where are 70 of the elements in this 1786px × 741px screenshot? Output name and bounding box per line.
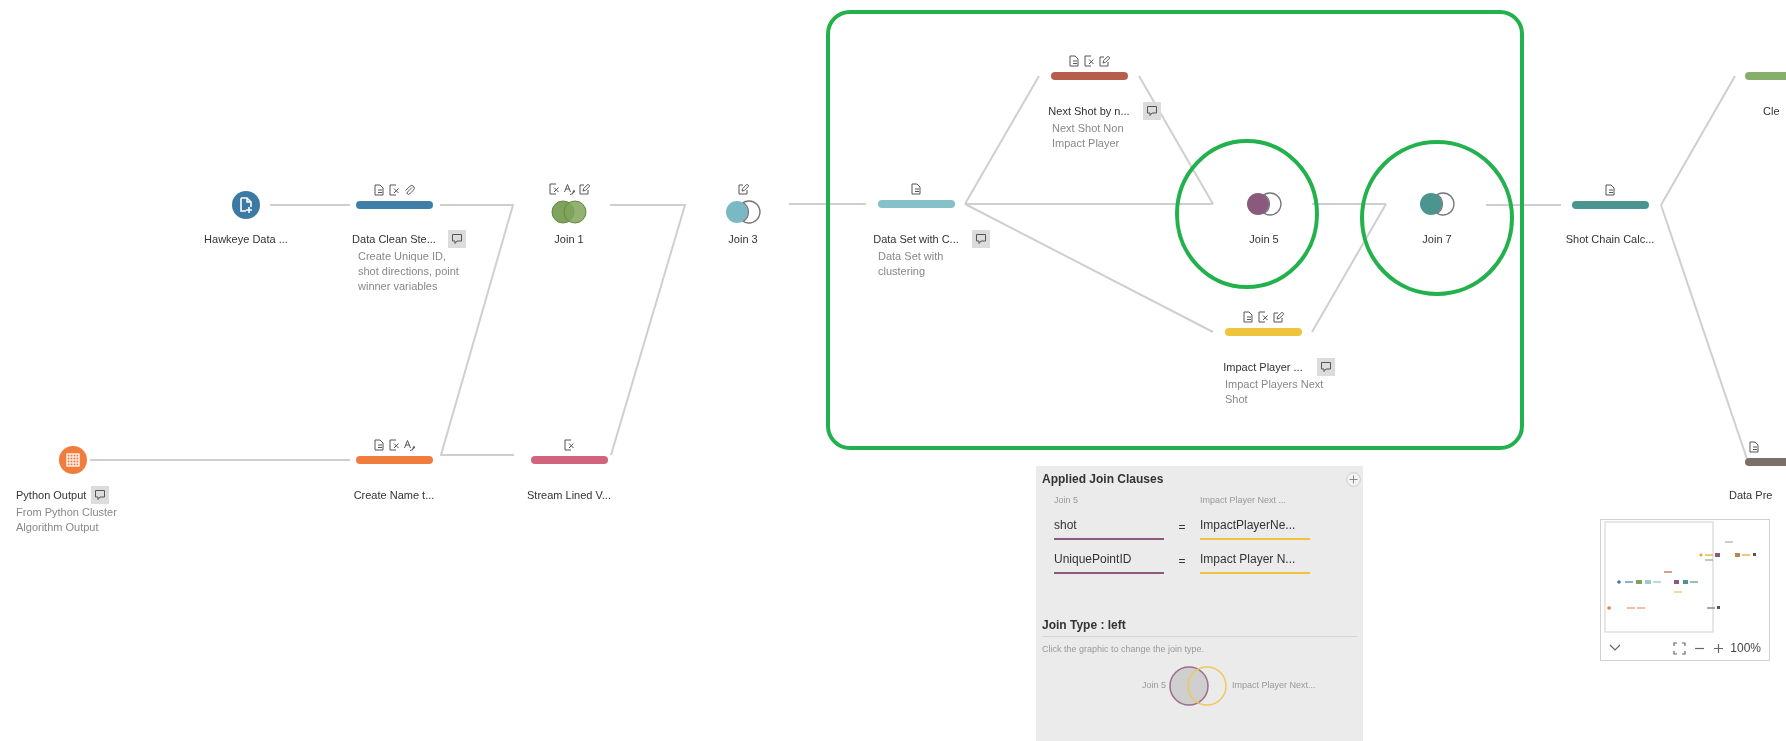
node-label[interactable]: Next Shot by n...: [1048, 104, 1130, 118]
clause-field[interactable]: UniquePointID: [1054, 546, 1164, 574]
pencil-icon: [1098, 55, 1110, 67]
clause-field[interactable]: ImpactPlayerNe...: [1200, 512, 1310, 540]
node-description: Next Shot Non Impact Player: [1052, 121, 1125, 151]
node-label[interactable]: Stream Lined V...: [527, 488, 611, 502]
column-header: Join 5: [1054, 494, 1080, 506]
chevron-down-icon[interactable]: [1609, 644, 1621, 652]
column-header: Impact Player Next ...: [1200, 494, 1288, 506]
fit-screen-icon[interactable]: [1673, 641, 1687, 655]
comment-icon[interactable]: [1316, 358, 1335, 376]
page-cross-icon: [1257, 311, 1269, 323]
node-label[interactable]: Join 1: [554, 232, 584, 246]
node-label[interactable]: Shot Chain Calc...: [1565, 232, 1655, 246]
pencil-icon: [1272, 311, 1284, 323]
page-cross-icon: [1083, 55, 1095, 67]
venn-icon[interactable]: [1419, 192, 1455, 216]
venn-icon[interactable]: [1246, 192, 1282, 216]
clause-field[interactable]: shot: [1054, 512, 1164, 540]
node-label[interactable]: Python Output: [16, 488, 87, 502]
comment-icon[interactable]: [1142, 102, 1161, 120]
letter-a-icon: [563, 183, 575, 195]
document-icon: [910, 183, 922, 195]
node-description: Data Set with clustering: [878, 249, 945, 279]
node-label[interactable]: Impact Player ...: [1223, 360, 1303, 374]
document-icon: [1748, 441, 1760, 453]
operator-text: =: [1177, 553, 1187, 570]
node-label[interactable]: Hawkeye Data ...: [204, 232, 288, 246]
node-label[interactable]: Join 7: [1422, 232, 1452, 246]
document-icon: [373, 439, 385, 451]
add-icon[interactable]: [1346, 471, 1361, 487]
operator-text: =: [1177, 519, 1187, 536]
node-description: From Python Cluster Algorithm Output: [16, 505, 118, 535]
pencil-icon: [737, 183, 749, 195]
node-label[interactable]: Create Name t...: [353, 488, 435, 502]
document-icon: [373, 184, 385, 196]
clause-field[interactable]: Impact Player N...: [1200, 546, 1310, 574]
page-cross-icon: [563, 439, 575, 451]
grid-icon[interactable]: [59, 446, 87, 474]
venn-label: Impact Player Next...: [1232, 678, 1316, 692]
node-label[interactable]: Data Clean Ste...: [352, 232, 436, 246]
page-cross-icon: [388, 184, 400, 196]
join-type-title: Join Type : left: [1042, 616, 1357, 637]
node-label[interactable]: Cle: [1763, 104, 1780, 118]
node-description: Create Unique ID, shot directions, point winner variables: [358, 249, 460, 294]
document-plus-icon[interactable]: [232, 191, 260, 219]
comment-icon[interactable]: [972, 230, 991, 248]
venn-icon[interactable]: [551, 200, 587, 224]
zoom-in-icon[interactable]: [1713, 642, 1725, 654]
venn-label: Join 5: [1142, 678, 1167, 692]
page-cross-icon: [388, 439, 400, 451]
paperclip-icon: [403, 184, 415, 196]
join-type-venn-icon[interactable]: [1169, 664, 1230, 707]
document-icon: [1604, 184, 1616, 196]
node-label[interactable]: Join 5: [1249, 232, 1279, 246]
letter-a-icon: [403, 439, 415, 451]
node-description: Impact Players Next Shot: [1225, 377, 1325, 407]
hint-text: Click the graphic to change the join type.: [1042, 643, 1206, 656]
document-icon: [1242, 311, 1254, 323]
panel-title: Applied Join Clauses: [1042, 471, 1164, 488]
comment-icon[interactable]: [91, 486, 109, 504]
venn-icon[interactable]: [725, 200, 761, 224]
zoom-level: 100%: [1730, 640, 1761, 657]
node-label[interactable]: Data Set with C...: [873, 232, 959, 246]
node-label[interactable]: Data Pre: [1729, 488, 1773, 502]
comment-icon[interactable]: [447, 230, 466, 248]
page-cross-icon: [548, 183, 560, 195]
pencil-icon: [578, 183, 590, 195]
node-label[interactable]: Join 3: [728, 232, 758, 246]
document-icon: [1068, 55, 1080, 67]
